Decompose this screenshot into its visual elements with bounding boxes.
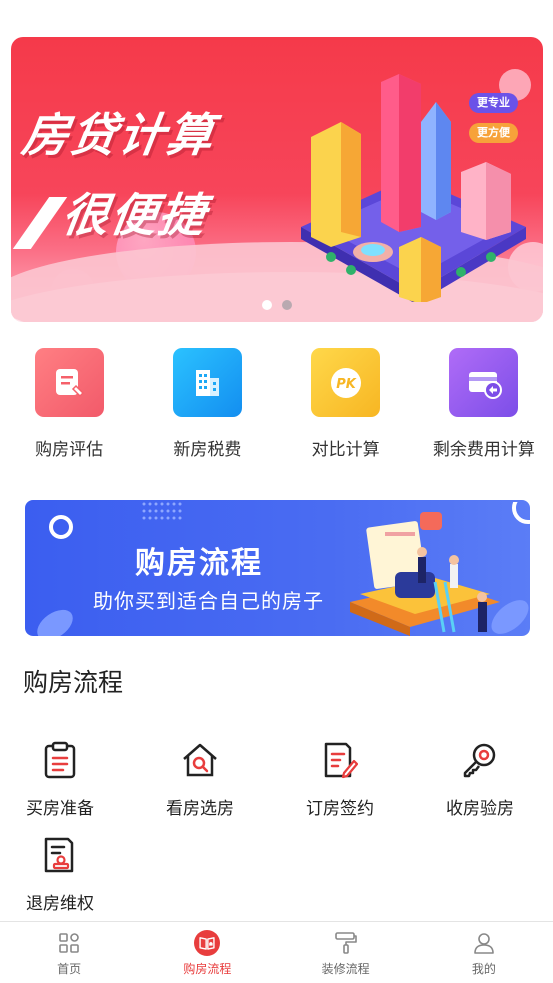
city-illustration <box>301 74 526 302</box>
user-icon <box>471 930 497 956</box>
nav-label: 首页 <box>57 962 82 976</box>
nav-label: 我的 <box>471 962 496 976</box>
banner-tag-convenient: 更方便 <box>469 123 518 143</box>
promo-title: 购房流程 <box>135 546 263 581</box>
quick-tools: 购房评估 新房税费 PK 对比计算 剩余费用计算 <box>0 348 553 460</box>
step-label: 订房签约 <box>306 799 374 819</box>
tool-new-house-tax[interactable]: 新房税费 <box>138 348 276 460</box>
nav-home[interactable]: 首页 <box>0 922 138 983</box>
document-sign-icon <box>320 740 360 780</box>
bottom-nav: 首页 购房流程 装修流程 我的 <box>0 921 553 983</box>
house-search-icon <box>180 740 220 780</box>
tool-purchase-assessment[interactable]: 购房评估 <box>0 348 138 460</box>
promo-illustration <box>350 502 530 636</box>
tool-label: 购房评估 <box>35 440 104 460</box>
carousel-dot-active[interactable] <box>262 300 272 310</box>
grid-icon <box>56 930 82 956</box>
step-book-sign[interactable]: 订房签约 <box>270 740 410 819</box>
decor-ring <box>49 515 73 539</box>
step-label: 看房选房 <box>166 799 234 819</box>
tool-label: 对比计算 <box>311 440 380 460</box>
tool-compare-calc[interactable]: PK 对比计算 <box>277 348 415 460</box>
nav-label: 购房流程 <box>183 962 232 976</box>
purchase-process-banner[interactable]: 购房流程 助你买到适合自己的房子 <box>25 500 530 636</box>
top-banner-carousel[interactable]: 房贷计算 很便捷 更专业 更方便 <box>11 37 543 322</box>
promo-subtitle: 助你买到适合自己的房子 <box>93 589 324 613</box>
book-house-icon <box>194 930 221 956</box>
section-title: 购房流程 <box>23 668 124 697</box>
paint-roller-icon <box>333 930 359 956</box>
document-pen-icon <box>34 348 104 417</box>
pk-icon: PK <box>311 348 381 417</box>
carousel-indicator <box>11 300 543 310</box>
tool-label: 新房税费 <box>173 440 242 460</box>
nav-decoration-process[interactable]: 装修流程 <box>277 922 415 983</box>
step-buy-preparation[interactable]: 买房准备 <box>0 740 130 819</box>
step-view-house[interactable]: 看房选房 <box>130 740 270 819</box>
building-icon <box>172 348 242 417</box>
svg-text:PK: PK <box>336 377 357 392</box>
clipboard-list-icon <box>40 740 80 780</box>
nav-mine[interactable]: 我的 <box>415 922 553 983</box>
step-label: 退房维权 <box>26 894 94 914</box>
tool-label: 剩余费用计算 <box>432 440 535 460</box>
card-refund-icon <box>449 348 519 417</box>
carousel-dot[interactable] <box>282 300 292 310</box>
step-label: 收房验房 <box>446 799 514 819</box>
nav-purchase-process[interactable]: 购房流程 <box>138 922 276 983</box>
key-icon <box>460 740 500 780</box>
decor-dots <box>142 502 182 520</box>
step-label: 买房准备 <box>26 799 94 819</box>
step-refund-rights[interactable]: 退房维权 <box>0 835 130 914</box>
decor-leaf <box>37 609 73 636</box>
banner-title-line1: 房贷计算 <box>18 108 219 162</box>
step-receive-inspect[interactable]: 收房验房 <box>410 740 550 819</box>
tool-remaining-cost-calc[interactable]: 剩余费用计算 <box>415 348 553 460</box>
nav-label: 装修流程 <box>321 962 370 976</box>
banner-tag-professional: 更专业 <box>469 93 518 113</box>
banner-title-line2: 很便捷 <box>58 188 211 242</box>
document-stamp-icon <box>40 835 80 875</box>
